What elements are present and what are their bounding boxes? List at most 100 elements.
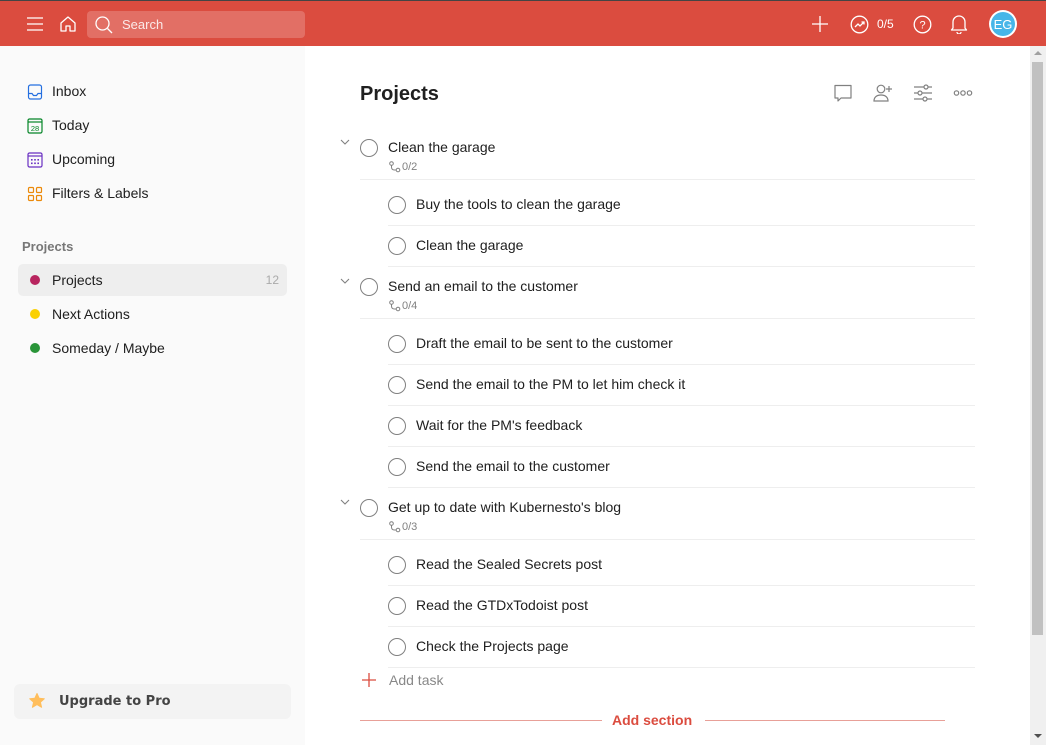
subtask[interactable]: Check the Projects page bbox=[388, 627, 975, 668]
subtask[interactable]: Buy the tools to clean the garage bbox=[388, 185, 975, 226]
parent-task[interactable]: Send an email to the customer 0/4 bbox=[360, 267, 975, 319]
task-title: Check the Projects page bbox=[416, 638, 569, 654]
task-checkbox[interactable] bbox=[388, 556, 406, 574]
sidebar-item-label: Filters & Labels bbox=[52, 185, 149, 201]
collapse-chevron-icon[interactable] bbox=[338, 135, 352, 149]
task-count: 12 bbox=[265, 273, 279, 287]
subtask-progress: 0/3 bbox=[388, 521, 417, 533]
task-checkbox[interactable] bbox=[360, 139, 378, 157]
task-checkbox[interactable] bbox=[388, 417, 406, 435]
sidebar-item-label: Someday / Maybe bbox=[52, 340, 165, 356]
sidebar-item-today[interactable]: 28 Today bbox=[18, 109, 287, 141]
sidebar-project-projects[interactable]: Projects 12 bbox=[18, 264, 287, 296]
subtask[interactable]: Draft the email to be sent to the custom… bbox=[388, 324, 975, 365]
avatar[interactable]: EG bbox=[989, 10, 1017, 38]
top-bar: Search 0/5 ? EG bbox=[0, 0, 1046, 46]
scrollbar-thumb[interactable] bbox=[1032, 62, 1043, 635]
add-task-button[interactable]: Add task bbox=[360, 668, 975, 692]
filters-labels-icon bbox=[27, 186, 43, 202]
task-title: Send an email to the customer bbox=[388, 278, 578, 294]
task-checkbox[interactable] bbox=[388, 597, 406, 615]
calendar-today-icon: 28 bbox=[27, 118, 43, 134]
task-checkbox[interactable] bbox=[388, 237, 406, 255]
sidebar-item-label: Today bbox=[52, 117, 90, 133]
parent-task[interactable]: Clean the garage 0/2 bbox=[360, 128, 975, 180]
add-section-label: Add section bbox=[612, 712, 693, 728]
add-task-label: Add task bbox=[389, 672, 444, 688]
subtask[interactable]: Read the GTDxTodoist post bbox=[388, 586, 975, 627]
scrollbar[interactable] bbox=[1030, 46, 1046, 745]
task-checkbox[interactable] bbox=[388, 638, 406, 656]
parent-task[interactable]: Get up to date with Kubernesto's blog 0/3 bbox=[360, 488, 975, 540]
add-task-icon[interactable] bbox=[810, 14, 830, 34]
share-person-icon[interactable] bbox=[872, 82, 894, 104]
search-input[interactable]: Search bbox=[87, 11, 305, 38]
task-checkbox[interactable] bbox=[360, 278, 378, 296]
divider bbox=[705, 720, 945, 721]
subtask-icon bbox=[389, 521, 401, 533]
page-title: Projects bbox=[360, 83, 439, 105]
subtask-count: 0/3 bbox=[402, 521, 418, 533]
view-options-icon[interactable] bbox=[912, 82, 934, 104]
task-title: Get up to date with Kubernesto's blog bbox=[388, 499, 622, 515]
task-title: Clean the garage bbox=[388, 139, 496, 155]
subtask-count: 0/4 bbox=[402, 300, 418, 312]
task-title: Clean the garage bbox=[416, 237, 524, 253]
avatar-initials: EG bbox=[991, 12, 1015, 36]
task-title: Send the email to the PM to let him chec… bbox=[416, 376, 686, 392]
comment-icon[interactable] bbox=[832, 82, 854, 104]
menu-icon[interactable] bbox=[24, 14, 46, 34]
subtask-icon bbox=[389, 161, 401, 173]
search-icon bbox=[95, 16, 113, 34]
task-title: Draft the email to be sent to the custom… bbox=[416, 335, 673, 351]
subtask[interactable]: Clean the garage bbox=[388, 226, 975, 267]
more-options-icon[interactable] bbox=[952, 82, 974, 104]
add-section-button[interactable]: Add section bbox=[360, 710, 945, 730]
sidebar-item-label: Inbox bbox=[52, 83, 87, 99]
task-title: Read the GTDxTodoist post bbox=[416, 597, 588, 613]
task-checkbox[interactable] bbox=[388, 376, 406, 394]
upgrade-label: Upgrade to Pro bbox=[59, 694, 171, 709]
collapse-chevron-icon[interactable] bbox=[338, 495, 352, 509]
subtask-progress: 0/4 bbox=[388, 300, 417, 312]
task-title: Send the email to the customer bbox=[416, 458, 610, 474]
sidebar-item-label: Next Actions bbox=[52, 306, 130, 322]
sidebar: Inbox 28 Today Upcoming Filters & Labels… bbox=[0, 46, 305, 745]
subtask[interactable]: Wait for the PM's feedback bbox=[388, 406, 975, 447]
productivity-icon[interactable] bbox=[849, 14, 869, 34]
task-checkbox[interactable] bbox=[388, 458, 406, 476]
bell-icon[interactable] bbox=[948, 13, 970, 35]
collapse-chevron-icon[interactable] bbox=[338, 274, 352, 288]
task-checkbox[interactable] bbox=[388, 196, 406, 214]
karma-count[interactable]: 0/5 bbox=[877, 17, 894, 31]
upgrade-button[interactable]: Upgrade to Pro bbox=[14, 684, 291, 719]
sidebar-item-inbox[interactable]: Inbox bbox=[18, 75, 287, 107]
search-placeholder: Search bbox=[122, 17, 164, 32]
sidebar-item-filters-labels[interactable]: Filters & Labels bbox=[18, 177, 287, 209]
subtask[interactable]: Read the Sealed Secrets post bbox=[388, 545, 975, 586]
task-checkbox[interactable] bbox=[360, 499, 378, 517]
svg-text:28: 28 bbox=[31, 124, 39, 133]
inbox-icon bbox=[27, 84, 43, 100]
scroll-up-arrow[interactable] bbox=[1034, 51, 1042, 55]
star-icon bbox=[29, 693, 45, 708]
sidebar-item-upcoming[interactable]: Upcoming bbox=[18, 143, 287, 175]
sidebar-item-label: Projects bbox=[52, 272, 103, 288]
task-checkbox[interactable] bbox=[388, 335, 406, 353]
svg-text:?: ? bbox=[919, 19, 925, 31]
main-content: Projects Clean the garage 0/2 Buy the tool… bbox=[305, 46, 1030, 745]
subtask[interactable]: Send the email to the PM to let him chec… bbox=[388, 365, 975, 406]
project-color-dot bbox=[30, 275, 40, 285]
home-icon[interactable] bbox=[57, 13, 79, 35]
sidebar-project-next-actions[interactable]: Next Actions bbox=[18, 298, 287, 330]
subtask-count: 0/2 bbox=[402, 161, 418, 173]
task-title: Wait for the PM's feedback bbox=[416, 417, 583, 433]
help-icon[interactable]: ? bbox=[912, 14, 932, 34]
projects-heading[interactable]: Projects bbox=[22, 239, 73, 254]
scroll-down-arrow[interactable] bbox=[1034, 734, 1042, 738]
sidebar-project-someday-maybe[interactable]: Someday / Maybe bbox=[18, 332, 287, 364]
sidebar-item-label: Upcoming bbox=[52, 151, 116, 167]
subtask[interactable]: Send the email to the customer bbox=[388, 447, 975, 488]
subtask-icon bbox=[389, 300, 401, 312]
project-color-dot bbox=[30, 309, 40, 319]
